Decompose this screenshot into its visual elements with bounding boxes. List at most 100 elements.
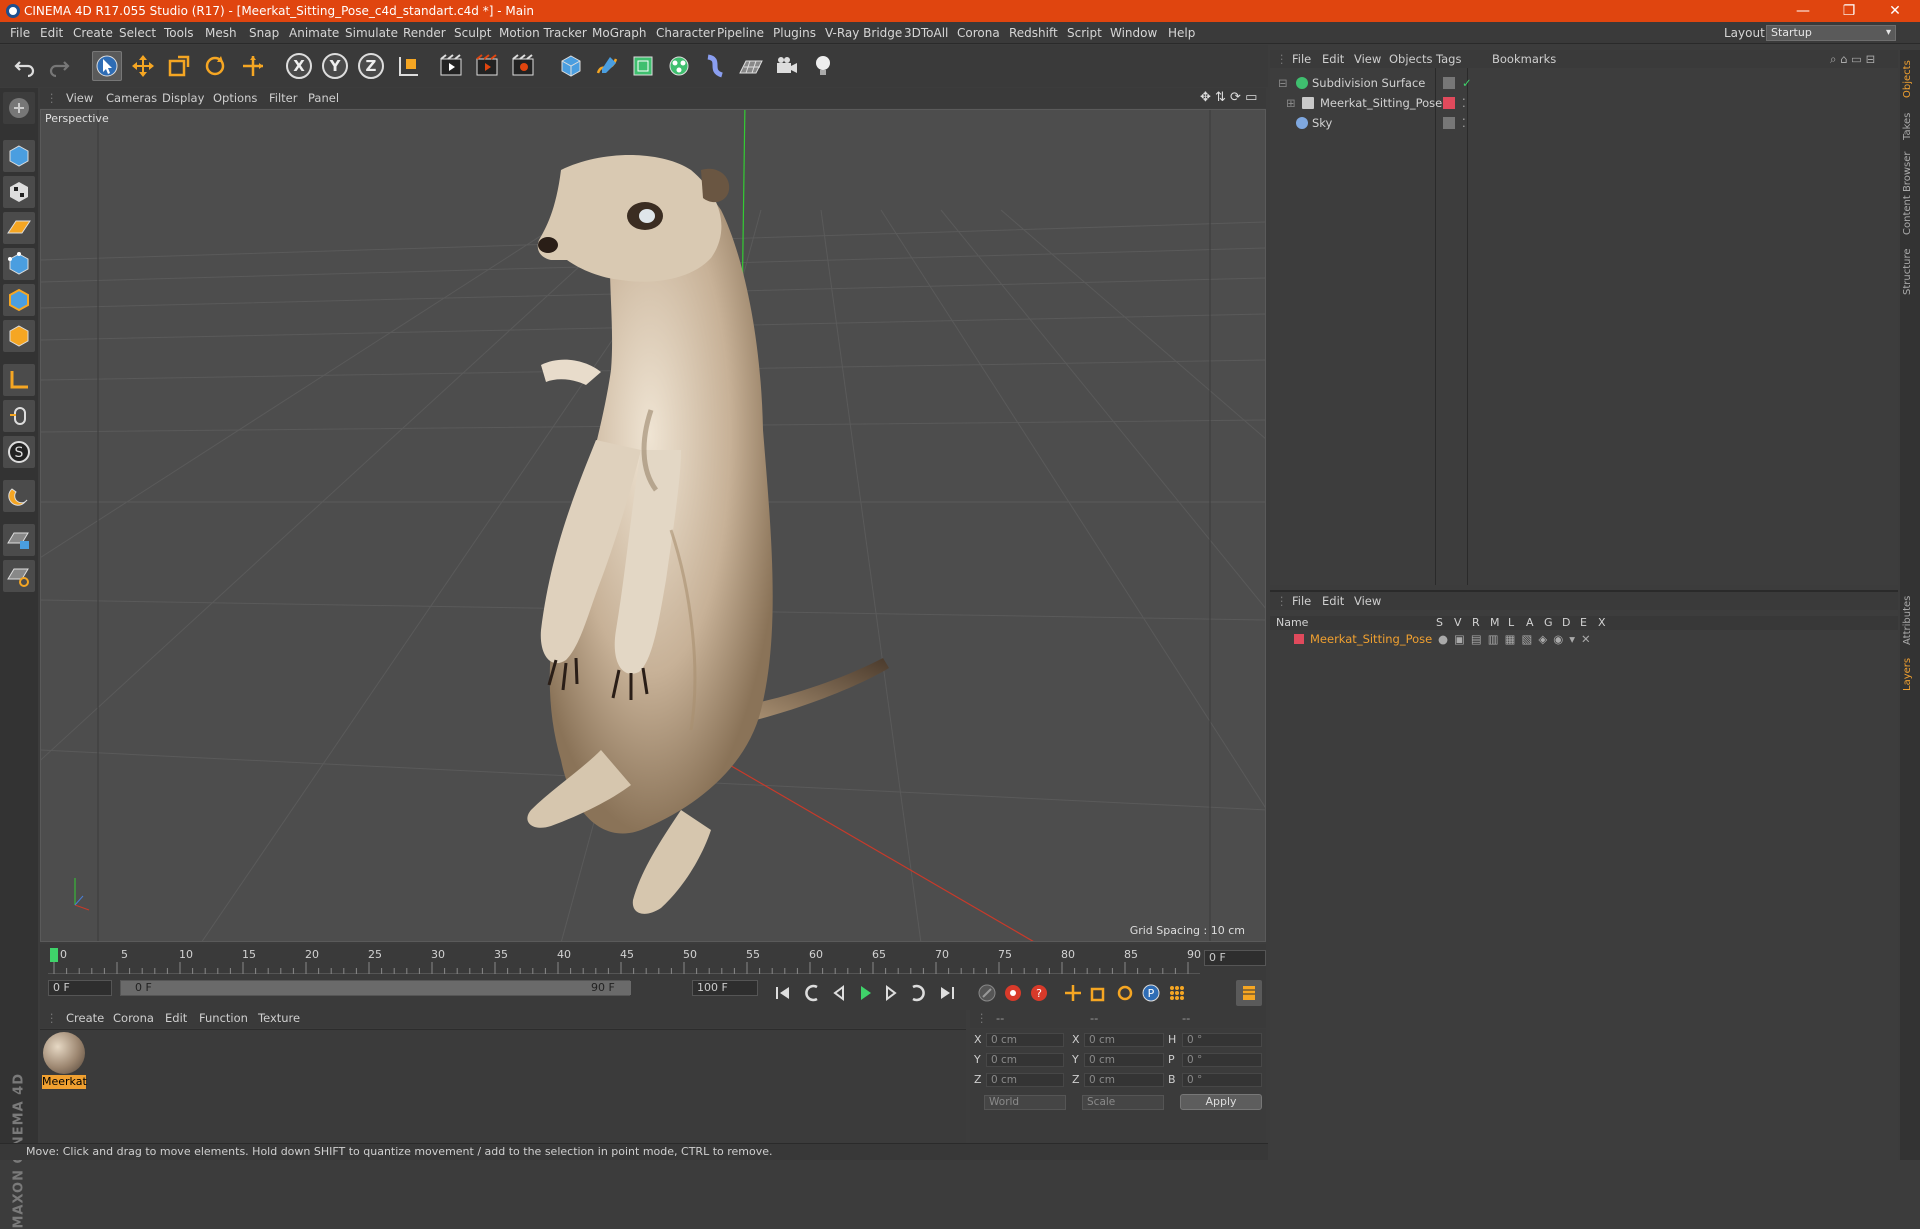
objects-menu-edit[interactable]: Edit xyxy=(1322,50,1344,68)
render-view-button[interactable] xyxy=(436,51,466,81)
position-x-field[interactable]: 0 cm xyxy=(986,1033,1064,1047)
layer-row-meerkat-sitting-pose[interactable]: Meerkat_Sitting_Pose ●▣▤▥▦▧◈◉▾✕ xyxy=(1270,631,1898,647)
menu-create[interactable]: Create xyxy=(73,22,113,44)
play-button[interactable] xyxy=(852,980,878,1006)
objects-menu-objects[interactable]: Objects xyxy=(1389,50,1432,68)
rotation-track-button[interactable] xyxy=(1112,980,1138,1006)
menu-plugins[interactable]: Plugins xyxy=(773,22,816,44)
viewport-menu-view[interactable]: View xyxy=(66,88,93,108)
end-frame-field[interactable]: 100 F xyxy=(692,980,758,996)
render-picture-viewer-button[interactable] xyxy=(472,51,502,81)
object-row-sky[interactable]: Sky ⁚ xyxy=(1276,114,1894,132)
keyframe-selection-button[interactable]: ? xyxy=(1026,980,1052,1006)
tree-collapse-icon[interactable]: ⊟ xyxy=(1278,74,1288,92)
menu-animate[interactable]: Animate xyxy=(289,22,339,44)
coordinate-mode-select[interactable]: World xyxy=(984,1095,1066,1110)
edges-mode-button[interactable] xyxy=(3,284,35,316)
menu-render[interactable]: Render xyxy=(403,22,446,44)
position-z-field[interactable]: 0 cm xyxy=(986,1073,1064,1087)
next-key-button[interactable] xyxy=(904,980,930,1006)
next-frame-button[interactable] xyxy=(878,980,904,1006)
select-tool-button[interactable] xyxy=(92,51,122,81)
magnet-tool-button[interactable] xyxy=(3,480,35,512)
start-frame-field[interactable]: 0 F xyxy=(48,980,112,996)
meerkat-model[interactable] xyxy=(527,155,889,914)
layer-col-deformers[interactable]: D xyxy=(1562,616,1570,630)
objects-menu-bookmarks[interactable]: Bookmarks xyxy=(1492,50,1556,68)
layer-toggle-icons[interactable]: ●▣▤▥▦▧◈◉▾✕ xyxy=(1438,631,1597,647)
size-mode-select[interactable]: Scale xyxy=(1082,1095,1164,1110)
menu-character[interactable]: Character xyxy=(656,22,715,44)
texture-mode-button[interactable] xyxy=(3,176,35,208)
material-menu-create[interactable]: Create xyxy=(66,1008,104,1028)
points-mode-button[interactable] xyxy=(3,248,35,280)
point-level-animation-button[interactable] xyxy=(1164,980,1190,1006)
viewport-menu-options[interactable]: Options xyxy=(213,88,257,108)
tab-takes[interactable]: Takes xyxy=(1902,106,1918,146)
size-x-field[interactable]: 0 cm xyxy=(1084,1033,1164,1047)
menu-pipeline[interactable]: Pipeline xyxy=(717,22,764,44)
scale-track-button[interactable] xyxy=(1086,980,1112,1006)
apply-button[interactable]: Apply xyxy=(1180,1094,1262,1110)
menu-vray-bridge[interactable]: V-Ray Bridge xyxy=(825,22,902,44)
workplane-mode-button[interactable] xyxy=(3,212,35,244)
minimize-button[interactable]: — xyxy=(1780,0,1826,22)
menu-mograph[interactable]: MoGraph xyxy=(592,22,647,44)
rotation-h-field[interactable]: 0 ° xyxy=(1182,1033,1262,1047)
material-swatch[interactable]: Meerkat xyxy=(42,1031,87,1089)
tab-layers[interactable]: Layers xyxy=(1902,654,1918,694)
camera-button[interactable] xyxy=(772,51,802,81)
object-row-meerkat-sitting-pose[interactable]: ⊞ Meerkat_Sitting_Pose ⁚ xyxy=(1276,94,1894,112)
coordinate-system-button[interactable] xyxy=(394,51,424,81)
menu-tools[interactable]: Tools xyxy=(164,22,194,44)
axis-x-toggle[interactable]: X xyxy=(284,51,314,81)
layer-color-icon[interactable] xyxy=(1443,97,1455,109)
close-button[interactable]: ✕ xyxy=(1872,0,1918,22)
objects-search-icon[interactable]: ⌕ ⌂ ▭ ⊟ xyxy=(1830,50,1875,68)
timeline-ruler[interactable]: 0 5 10 15 20 25 30 35 40 45 50 55 60 65 … xyxy=(40,944,1266,978)
objects-menu-tags[interactable]: Tags xyxy=(1436,50,1461,68)
material-menu-edit[interactable]: Edit xyxy=(165,1008,187,1028)
playhead-marker[interactable] xyxy=(50,948,58,962)
viewport-menu-filter[interactable]: Filter xyxy=(269,88,297,108)
layer-col-solo[interactable]: S xyxy=(1436,616,1443,630)
position-y-field[interactable]: 0 cm xyxy=(986,1053,1064,1067)
objects-menu-file[interactable]: File xyxy=(1292,50,1311,68)
axis-z-toggle[interactable]: Z xyxy=(356,51,386,81)
menu-motion-tracker[interactable]: Motion Tracker xyxy=(499,22,587,44)
parameter-track-button[interactable]: P xyxy=(1138,980,1164,1006)
menu-edit[interactable]: Edit xyxy=(40,22,63,44)
objects-menu-view[interactable]: View xyxy=(1354,50,1381,68)
render-settings-button[interactable] xyxy=(508,51,538,81)
layers-menu-file[interactable]: File xyxy=(1292,592,1311,610)
undo-button[interactable] xyxy=(10,51,40,81)
redo-button[interactable] xyxy=(44,51,74,81)
tab-content-browser[interactable]: Content Browser xyxy=(1902,148,1918,238)
menu-snap[interactable]: Snap xyxy=(249,22,279,44)
menu-select[interactable]: Select xyxy=(119,22,156,44)
layer-tag-icon[interactable] xyxy=(1443,117,1455,129)
menu-corona[interactable]: Corona xyxy=(957,22,1000,44)
menu-file[interactable]: File xyxy=(10,22,30,44)
layer-col-expressions[interactable]: E xyxy=(1580,616,1587,630)
perspective-viewport[interactable]: Perspective Grid Spacing : 10 cm xyxy=(40,109,1266,942)
layer-col-manager[interactable]: M xyxy=(1490,616,1500,630)
layers-menu-edit[interactable]: Edit xyxy=(1322,592,1344,610)
layer-col-animation[interactable]: A xyxy=(1526,616,1534,630)
rotation-b-field[interactable]: 0 ° xyxy=(1182,1073,1262,1087)
timeline-window-button[interactable] xyxy=(1236,980,1262,1006)
visibility-dots-icon[interactable]: ⁚ xyxy=(1462,94,1466,112)
move-tool-button[interactable] xyxy=(128,51,158,81)
menu-script[interactable]: Script xyxy=(1067,22,1102,44)
visibility-dots-icon[interactable]: ⁚ xyxy=(1462,114,1466,132)
previous-key-button[interactable] xyxy=(800,980,826,1006)
viewport-menu-cameras[interactable]: Cameras xyxy=(106,88,157,108)
menu-mesh[interactable]: Mesh xyxy=(205,22,237,44)
layer-col-render[interactable]: R xyxy=(1472,616,1480,630)
tab-objects[interactable]: Objects xyxy=(1902,54,1918,104)
deformer-button[interactable] xyxy=(700,51,730,81)
planar-workplane-button[interactable] xyxy=(3,560,35,592)
menu-simulate[interactable]: Simulate xyxy=(345,22,398,44)
viewport-navigation-icons[interactable]: ✥ ⇅ ⟳ ▭ xyxy=(1200,88,1257,108)
enable-axis-button[interactable] xyxy=(3,364,35,396)
